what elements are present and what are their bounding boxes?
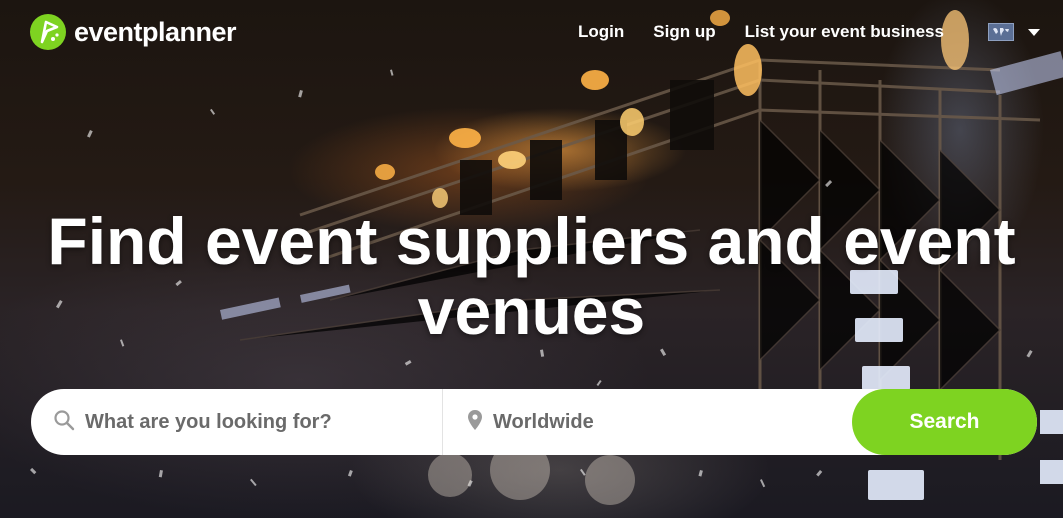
world-map-flag-icon <box>988 23 1014 41</box>
headline-part-1: Find <box>47 204 205 278</box>
what-input[interactable] <box>85 410 385 434</box>
search-bar: Search <box>31 389 1037 455</box>
top-nav: Login Sign up List your event business <box>578 22 956 42</box>
where-field <box>443 389 853 455</box>
eventplanner-logo[interactable]: eventplanner <box>30 14 237 50</box>
location-pin-icon <box>467 409 483 436</box>
hero-headline: Find event suppliers and event venues <box>0 206 1063 346</box>
search-icon <box>53 409 75 436</box>
language-selector[interactable] <box>988 23 1040 41</box>
where-input[interactable] <box>493 410 793 434</box>
login-link[interactable]: Login <box>578 22 624 42</box>
signup-link[interactable]: Sign up <box>653 22 715 42</box>
chevron-down-icon <box>1028 28 1040 36</box>
list-business-link[interactable]: List your event business <box>745 22 944 42</box>
headline-part-3: and <box>689 204 844 278</box>
search-button[interactable]: Search <box>852 389 1037 455</box>
site-header: eventplanner Login Sign up List your eve… <box>0 0 1063 66</box>
logo-text: eventplanner <box>74 16 237 47</box>
logo-mark-icon <box>30 14 66 50</box>
what-field <box>31 389 443 455</box>
headline-part-2: event suppliers <box>205 204 690 278</box>
